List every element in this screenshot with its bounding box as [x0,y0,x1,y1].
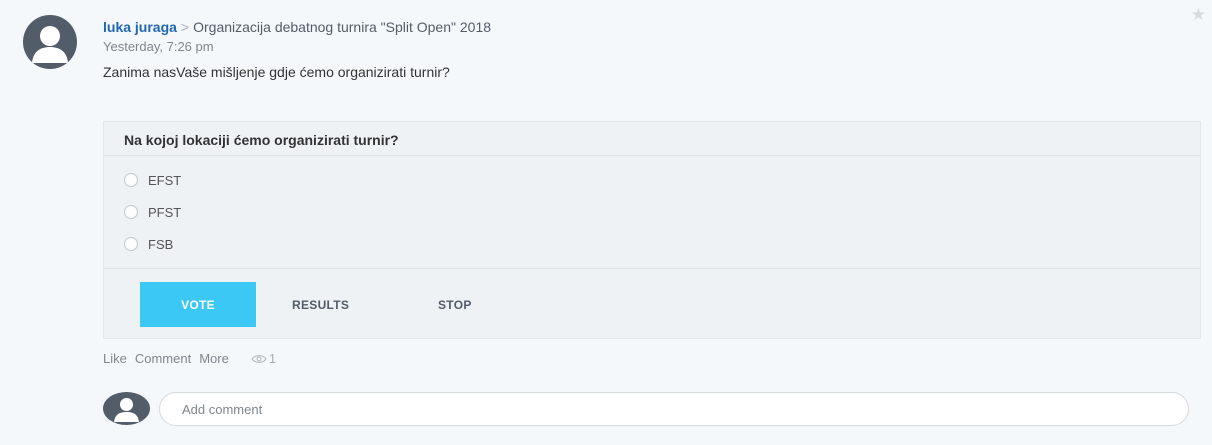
star-icon[interactable]: ★ [1191,6,1206,23]
post-destination[interactable]: Organizacija debatnog turnira "Split Ope… [193,19,491,35]
feed-post: ★ luka juraga > Organizacija debatnog turn… [0,0,1212,445]
results-button[interactable]: RESULTS [292,282,349,327]
author-avatar[interactable] [23,15,77,69]
divider [104,155,1200,156]
post-message: Zanima nasVaše mišljenje gdje ćemo organ… [103,64,450,80]
radio-button[interactable] [124,205,138,219]
poll-option-label: FSB [148,236,174,252]
user-silhouette-icon [114,398,139,422]
radio-button[interactable] [124,237,138,251]
views-counter: 1 [251,351,276,366]
current-user-avatar [103,392,150,425]
radio-button[interactable] [124,173,138,187]
author-link[interactable]: luka juraga [103,19,177,35]
like-link[interactable]: Like [103,351,127,366]
post-header: luka juraga > Organizacija debatnog turnir… [103,19,491,35]
poll-option-pfst[interactable]: PFST [124,202,181,222]
poll-option-label: EFST [148,172,182,188]
stop-button[interactable]: STOP [438,282,472,327]
chevron-right-icon: > [180,19,190,35]
more-link[interactable]: More [199,351,229,366]
poll-option-label: PFST [148,204,182,220]
poll-option-efst[interactable]: EFST [124,170,181,190]
poll-panel: Na kojoj lokaciji ćemo organizirati turn… [103,121,1201,339]
divider [104,268,1200,269]
vote-button[interactable]: VOTE [140,282,256,327]
user-silhouette-icon [32,26,68,63]
add-comment-input[interactable] [159,392,1189,426]
post-actions: Like Comment More 1 [103,351,276,366]
comment-link[interactable]: Comment [135,351,191,366]
views-count: 1 [268,351,277,366]
eye-icon [251,354,267,363]
poll-option-fsb[interactable]: FSB [124,234,173,254]
post-timestamp[interactable]: Yesterday, 7:26 pm [103,39,214,54]
poll-question: Na kojoj lokaciji ćemo organizirati turn… [124,132,399,148]
